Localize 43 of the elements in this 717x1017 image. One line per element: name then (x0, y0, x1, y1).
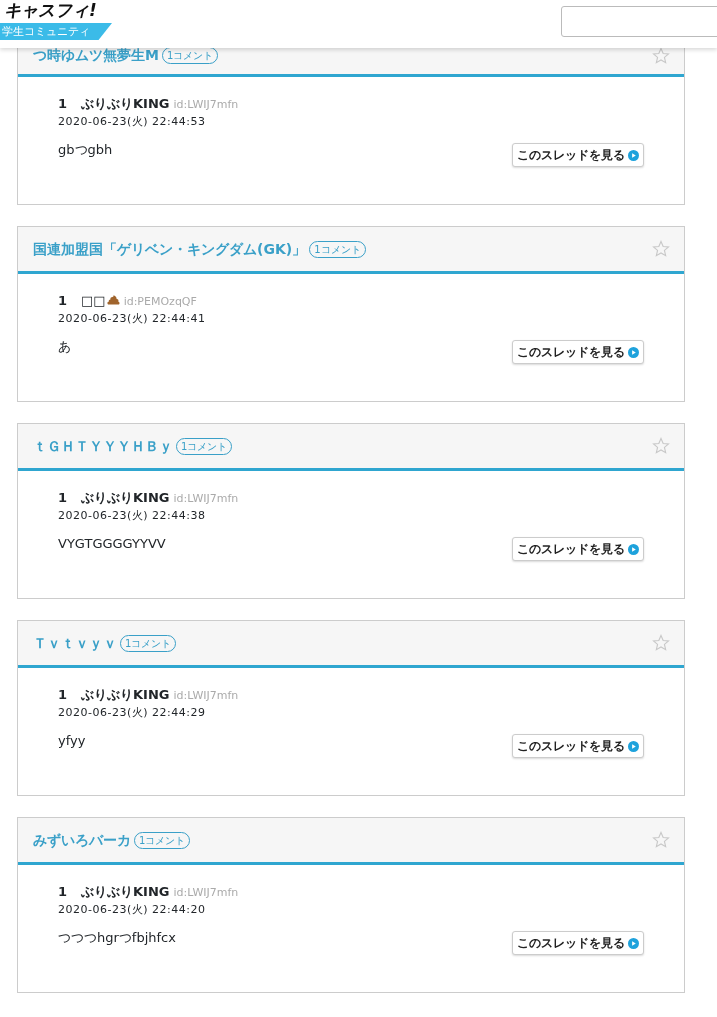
favorite-star-icon[interactable] (652, 240, 670, 258)
search-field[interactable] (561, 6, 717, 37)
play-icon (628, 543, 639, 555)
post-date: 2020-06-23(火) 22:44:20 (58, 901, 207, 918)
post-number: 1 (58, 95, 68, 113)
view-thread-button[interactable]: このスレッドを見る (512, 734, 644, 758)
author-name: ぶりぶりKING (81, 95, 170, 113)
post-date: 2020-06-23(火) 22:44:38 (58, 507, 207, 524)
view-thread-button[interactable]: このスレッドを見る (512, 537, 644, 561)
favorite-star-icon[interactable] (652, 437, 670, 455)
play-icon (628, 346, 639, 358)
post-date: 2020-06-23(火) 22:44:29 (58, 704, 207, 721)
author-name: □□ (81, 292, 106, 310)
post-number: 1 (58, 292, 68, 310)
post-body: yfyy (58, 732, 86, 750)
post-number: 1 (58, 686, 68, 704)
favorite-star-icon[interactable] (652, 831, 670, 849)
post-body: gbつgbh (58, 141, 113, 159)
post-body: つつつhgrつfbjhfcx (58, 929, 176, 947)
poster-id: id:LWIJ7mfn (173, 97, 239, 113)
post-number: 1 (58, 489, 68, 507)
view-thread-button[interactable]: このスレッドを見る (512, 931, 644, 955)
view-thread-button[interactable]: このスレッドを見る (512, 340, 644, 364)
logo-tagline: 学生コミュニティ (0, 23, 112, 40)
play-icon (628, 937, 639, 949)
author-name: ぶりぶりKING (81, 883, 170, 901)
post-date: 2020-06-23(火) 22:44:53 (58, 113, 207, 130)
favorite-star-icon[interactable] (652, 634, 670, 652)
poster-id: id:LWIJ7mfn (173, 688, 239, 704)
author-name: ぶりぶりKING (81, 686, 170, 704)
play-icon (628, 149, 639, 161)
post-date: 2020-06-23(火) 22:44:41 (58, 310, 207, 327)
view-thread-button[interactable]: このスレッドを見る (512, 143, 644, 167)
site-logo[interactable]: キャスフィ! (4, 0, 97, 20)
author-name: ぶりぶりKING (81, 489, 170, 507)
poster-id: id:LWIJ7mfn (173, 491, 239, 507)
poster-id: id:LWIJ7mfn (173, 885, 239, 901)
post-number: 1 (58, 883, 68, 901)
poster-id: id:PEMOzqQF (123, 294, 197, 310)
favorite-star-icon[interactable] (652, 46, 670, 65)
post-body: あ (58, 338, 71, 356)
play-icon (628, 740, 639, 752)
post-body: VYGTGGGGYYVV (58, 535, 166, 553)
